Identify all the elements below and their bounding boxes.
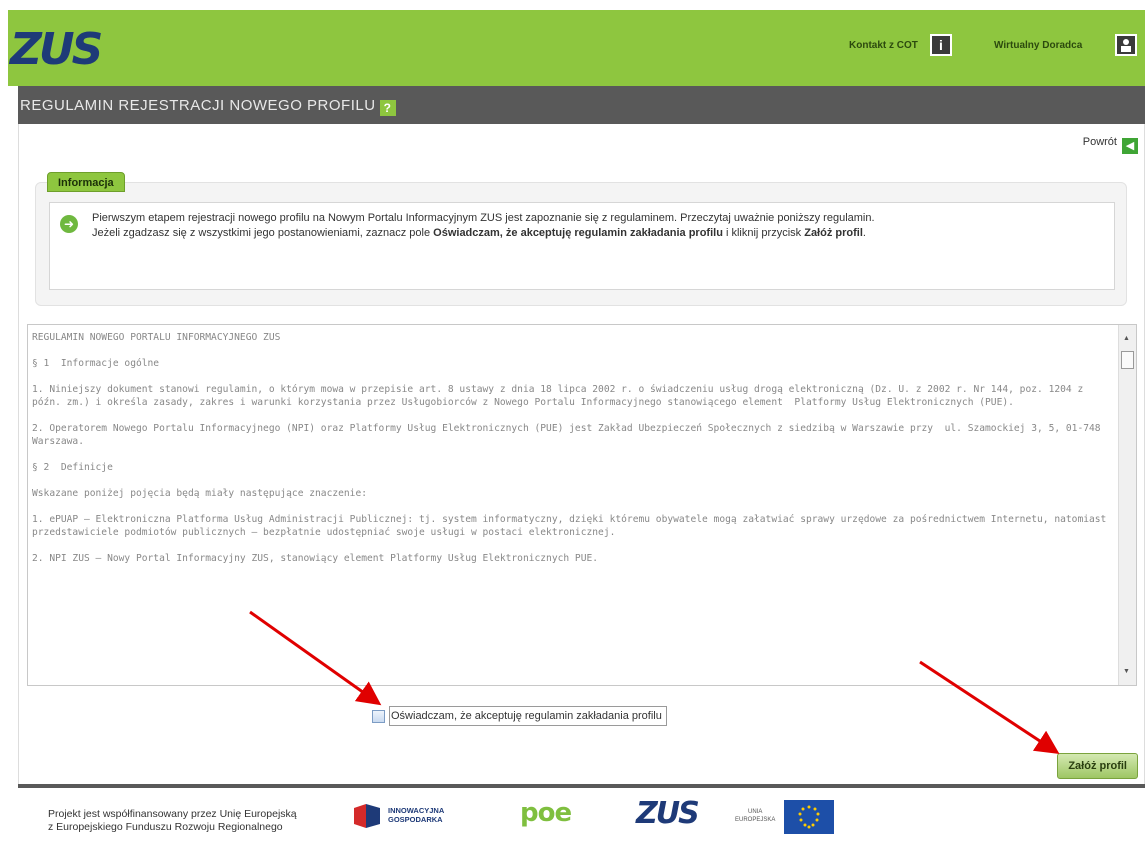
annotation-arrows (249, 610, 1060, 754)
arrow-to-submit (919, 660, 1060, 754)
arrow-to-checkbox (249, 610, 382, 706)
